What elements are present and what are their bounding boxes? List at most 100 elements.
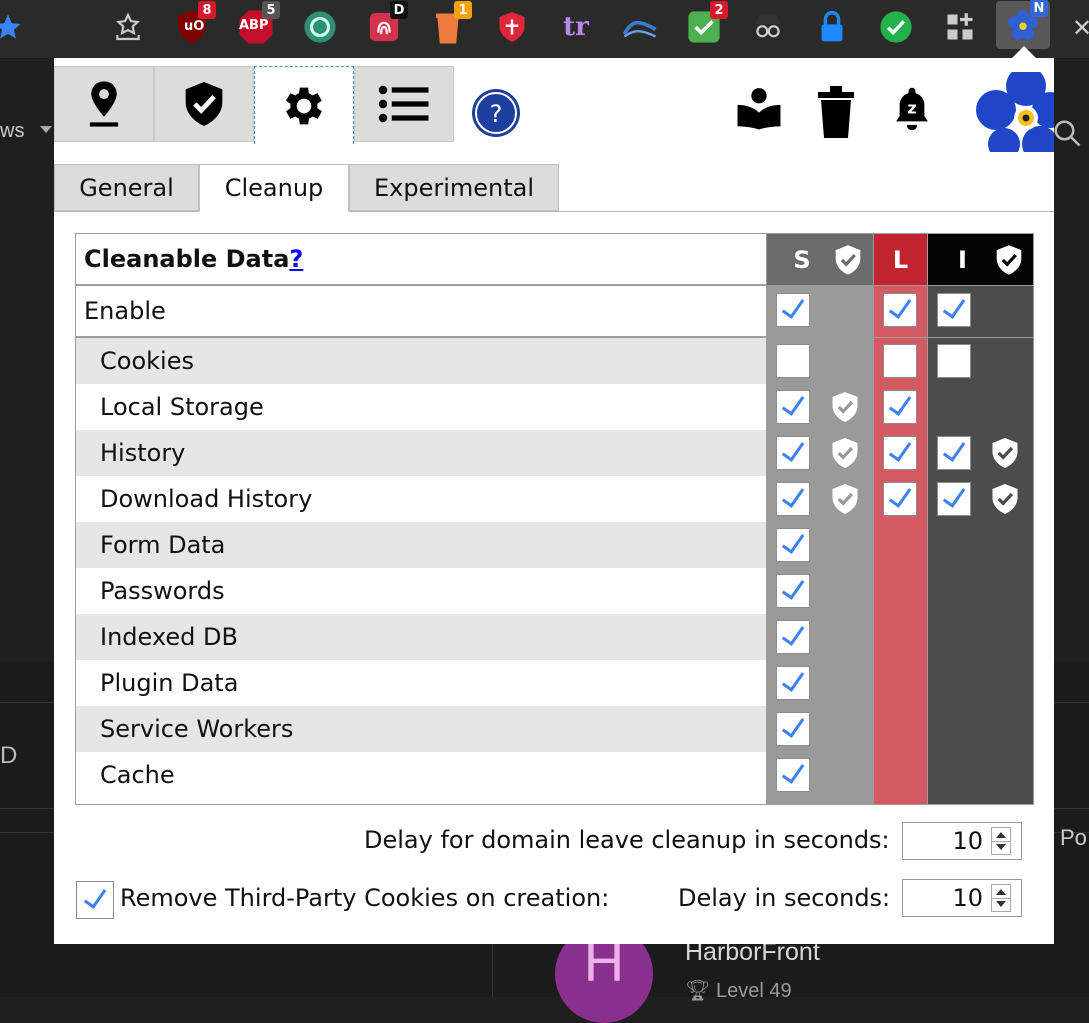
tab-cleanup[interactable]: Cleanup xyxy=(199,164,349,212)
indexed-db-startup-checkbox[interactable] xyxy=(776,620,810,654)
local-storage-protected-shield-icon[interactable] xyxy=(830,390,860,424)
popup-pointer xyxy=(1012,46,1036,58)
download-history-startup-checkbox[interactable] xyxy=(776,482,810,516)
download-history-protected-shield-icon[interactable] xyxy=(830,482,860,516)
trophy-icon: 🏆︎ xyxy=(685,980,711,1002)
wave-extension-icon[interactable] xyxy=(618,5,662,49)
apps-extension-icon[interactable] xyxy=(938,5,982,49)
save-to-tray-icon[interactable] xyxy=(106,5,150,49)
history-protected-shield-icon[interactable] xyxy=(830,436,860,470)
enable-leave-checkbox[interactable] xyxy=(883,293,917,327)
row-label-local-storage: Local Storage xyxy=(100,393,264,421)
trash-icon[interactable] xyxy=(816,86,856,142)
spinner-arrows-icon[interactable] xyxy=(991,827,1011,855)
tab-location[interactable] xyxy=(54,66,154,142)
form-data-startup-checkbox[interactable] xyxy=(776,528,810,562)
table-row: Cookies xyxy=(76,338,766,384)
background-search-icon[interactable] xyxy=(1052,118,1082,152)
history-instantly-checkbox[interactable] xyxy=(937,436,971,470)
service-workers-startup-checkbox[interactable] xyxy=(776,712,810,746)
fingerprint-extension-button[interactable]: D xyxy=(362,1,408,49)
list-icon xyxy=(378,85,429,123)
tab-shield[interactable] xyxy=(154,66,254,142)
trash-extension-button[interactable]: 1 xyxy=(426,1,472,49)
download-history-instantly-shield-icon[interactable] xyxy=(990,482,1020,516)
enable-startup-checkbox[interactable] xyxy=(776,293,810,327)
local-storage-leave-checkbox[interactable] xyxy=(883,390,917,424)
abp-label: ABP xyxy=(239,18,269,33)
passwords-startup-checkbox[interactable] xyxy=(776,574,810,608)
background-letter: D xyxy=(0,742,18,769)
table-row: Service Workers xyxy=(76,706,766,752)
cleanable-data-heading: Cleanable Data? xyxy=(76,245,303,273)
tab-list[interactable] xyxy=(354,66,454,142)
download-history-leave-checkbox[interactable] xyxy=(883,482,917,516)
tab-general[interactable]: General xyxy=(54,164,199,211)
background-nav-text: ws xyxy=(0,120,25,142)
help-button[interactable]: ? xyxy=(470,87,522,139)
table-row: History xyxy=(76,430,766,476)
check-extension-icon[interactable] xyxy=(874,5,918,49)
history-startup-checkbox[interactable] xyxy=(776,436,810,470)
bell-snooze-icon[interactable]: z xyxy=(890,86,934,136)
shield-check-icon xyxy=(185,82,223,126)
cookies-startup-checkbox[interactable] xyxy=(776,344,810,378)
cache-startup-checkbox[interactable] xyxy=(776,758,810,792)
local-storage-startup-checkbox[interactable] xyxy=(776,390,810,424)
background-dropdown-arrow-icon xyxy=(40,126,52,133)
col-i-label: I xyxy=(958,245,967,274)
enable-instantly-checkbox[interactable] xyxy=(937,293,971,327)
protected-shield-icon xyxy=(996,244,1021,275)
history-instantly-shield-icon[interactable] xyxy=(990,436,1020,470)
table-row: Download History xyxy=(76,476,766,522)
ublock-count-badge: 8 xyxy=(198,1,216,19)
row-label-cookies: Cookies xyxy=(100,347,194,375)
help-question-icon: ? xyxy=(472,89,520,137)
todo-extension-button[interactable]: 2 xyxy=(682,1,728,49)
svg-text:?: ? xyxy=(490,100,503,128)
delay-seconds-value: 10 xyxy=(952,884,983,912)
download-history-instantly-checkbox[interactable] xyxy=(937,482,971,516)
sync-extension-icon[interactable] xyxy=(298,5,342,49)
table-row: Form Data xyxy=(76,522,766,568)
lock-extension-icon[interactable] xyxy=(810,5,854,49)
cookies-instantly-checkbox[interactable] xyxy=(937,344,971,378)
protected-shield-icon xyxy=(835,244,861,275)
cookies-leave-checkbox[interactable] xyxy=(883,344,917,378)
todo-count-badge: 2 xyxy=(710,1,728,19)
reader-book-icon[interactable] xyxy=(736,86,782,134)
background-divider xyxy=(492,940,493,997)
translate-extension-icon[interactable]: tr xyxy=(554,5,598,49)
spinner-arrows-icon[interactable] xyxy=(991,884,1011,912)
bookmark-star-icon[interactable] xyxy=(0,5,30,49)
row-label-history: History xyxy=(100,439,186,467)
svg-text:z: z xyxy=(907,98,916,117)
plugin-data-startup-checkbox[interactable] xyxy=(776,666,810,700)
cleanable-data-help-link[interactable]: ? xyxy=(289,245,303,273)
tab-experimental[interactable]: Experimental xyxy=(349,164,559,211)
table-row: Passwords xyxy=(76,568,766,614)
tab-settings[interactable] xyxy=(254,66,354,144)
history-leave-checkbox[interactable] xyxy=(883,436,917,470)
column-divider xyxy=(873,234,874,804)
forget-me-not-extension-button[interactable]: N xyxy=(996,0,1050,49)
table-row: Indexed DB xyxy=(76,614,766,660)
remove-third-party-cookies-checkbox[interactable] xyxy=(76,881,114,919)
table-row: Local Storage xyxy=(76,384,766,430)
domain-leave-delay-input[interactable]: 10 xyxy=(902,822,1022,860)
shield-extension-icon[interactable] xyxy=(490,5,534,49)
user-level: 🏆︎ Level 49 xyxy=(685,978,792,1003)
spy-extension-icon[interactable] xyxy=(746,5,790,49)
active-extension-badge: N xyxy=(1030,0,1048,17)
close-icon[interactable]: ✕ xyxy=(1072,14,1089,42)
ublock-origin-extension-button[interactable]: uO 8 xyxy=(170,1,216,49)
delay-seconds-input[interactable]: 10 xyxy=(902,879,1022,917)
fingerprint-badge: D xyxy=(390,1,408,19)
row-label-plugin-data: Plugin Data xyxy=(100,669,239,697)
enable-row: Enable xyxy=(76,285,766,337)
adblock-plus-extension-button[interactable]: ABP 5 xyxy=(234,1,280,49)
startup-column-header: S xyxy=(767,234,873,285)
row-label-passwords: Passwords xyxy=(100,577,225,605)
instantly-column-header: I xyxy=(928,234,1033,285)
browser-toolbar: uO 8 ABP 5 D 1 tr 2 N ✕ xyxy=(0,0,1089,59)
